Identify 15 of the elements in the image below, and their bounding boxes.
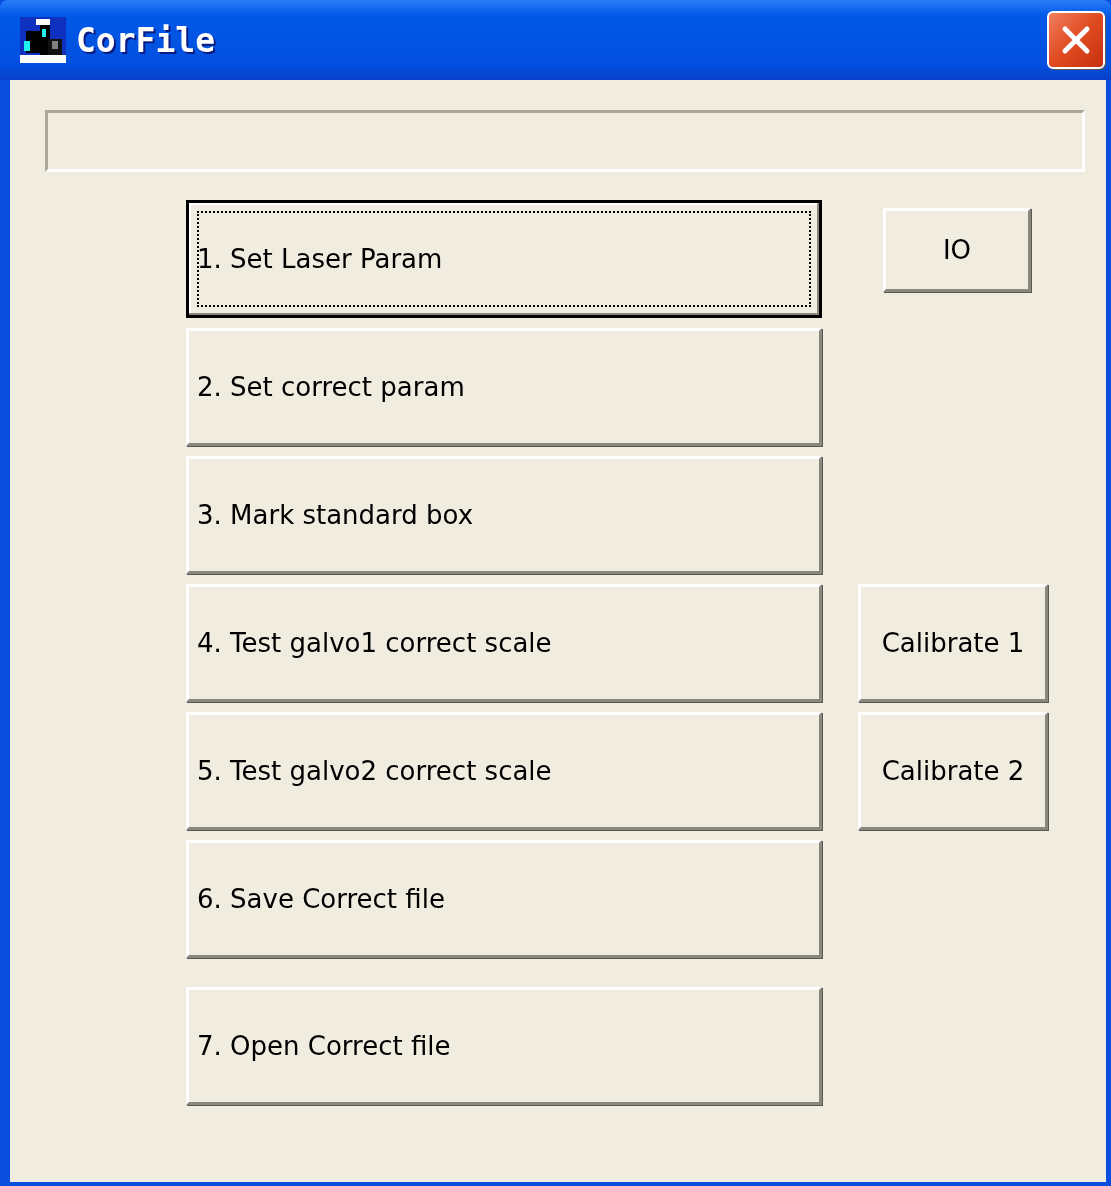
side-button[interactable]: IO [883,208,1031,292]
close-button[interactable] [1047,11,1105,69]
step-button[interactable]: 4. Test galvo1 correct scale [186,584,822,702]
step-button[interactable]: 5. Test galvo2 correct scale [186,712,822,830]
side-button[interactable]: Calibrate 1 [858,584,1048,702]
step-button[interactable]: 2. Set correct param [186,328,822,446]
status-field[interactable] [45,110,1085,172]
step-button[interactable]: 3. Mark standard box [186,456,822,574]
step-button[interactable]: 7. Open Correct file [186,987,822,1105]
step-button[interactable]: 1. Set Laser Param [186,200,822,318]
side-button[interactable]: Calibrate 2 [858,712,1048,830]
step-button[interactable]: 6. Save Correct file [186,840,822,958]
window-title: CorFile [76,20,217,60]
close-icon [1061,25,1091,55]
app-icon [20,17,66,63]
